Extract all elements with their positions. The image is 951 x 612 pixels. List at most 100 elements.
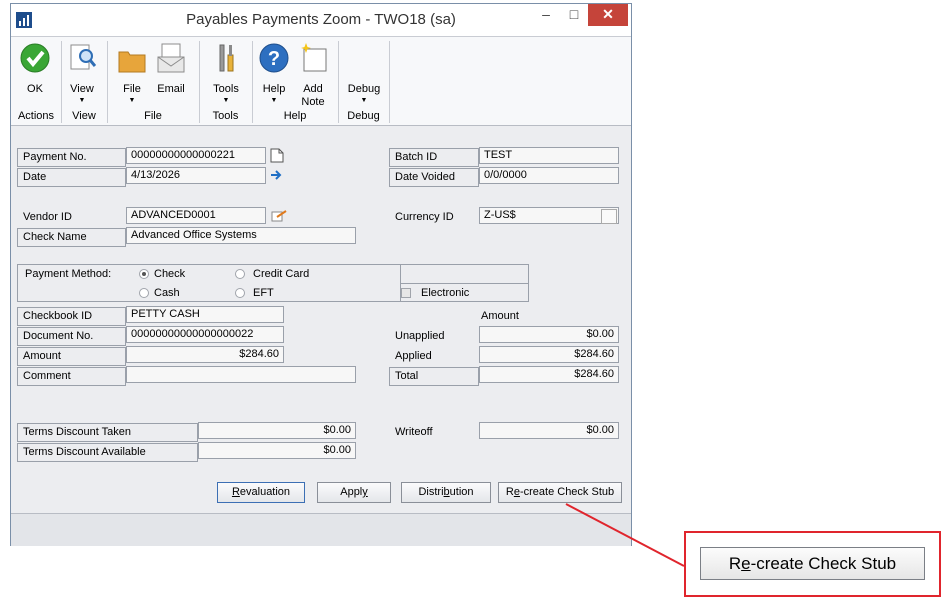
revaluation-button[interactable]: Revaluation — [217, 482, 305, 503]
check-radio-label: Check — [154, 268, 186, 280]
help-icon: ? — [259, 43, 289, 73]
terms-discount-taken-field[interactable]: $0.00 — [198, 422, 356, 439]
callout-accel: e — [741, 554, 751, 573]
apply-accel: y — [362, 486, 368, 498]
date-voided-label: Date Voided — [395, 171, 455, 183]
email-icon — [157, 43, 185, 73]
electronic-label: Electronic — [421, 287, 470, 299]
check-radio[interactable] — [139, 269, 149, 279]
date-voided-field[interactable]: 0/0/0000 — [479, 167, 619, 184]
currency-lookup-icon[interactable] — [601, 209, 617, 224]
vendor-id-label: Vendor ID — [23, 211, 72, 223]
payment-method-label: Payment Method: — [25, 268, 112, 280]
minimize-button[interactable]: – — [534, 4, 558, 26]
help-button[interactable]: ? Help ▼ — [257, 39, 291, 107]
note-label: Note — [301, 96, 325, 108]
date-label: Date — [23, 171, 47, 183]
date-field[interactable]: 4/13/2026 — [126, 167, 266, 184]
debug-label: Debug — [347, 83, 381, 95]
electronic-checkbox[interactable] — [401, 288, 411, 298]
payment-no-label: Payment No. — [23, 151, 87, 163]
checkmark-icon — [20, 43, 50, 73]
callout-text-1: R — [728, 554, 742, 573]
distribution-text-2: ution — [449, 486, 474, 498]
group-label-view: View — [72, 110, 96, 122]
eft-radio-label: EFT — [253, 287, 274, 299]
writeoff-field[interactable]: $0.00 — [479, 422, 619, 439]
payment-no-field[interactable]: 00000000000000221 — [126, 147, 266, 164]
group-label-tools: Tools — [212, 110, 239, 122]
svg-text:?: ? — [268, 48, 280, 70]
email-label: Email — [157, 83, 185, 95]
batch-id-field[interactable]: TEST — [479, 147, 619, 164]
debug-button[interactable]: Debug ▼ — [343, 39, 385, 107]
add-label: Add — [303, 83, 323, 95]
check-name-field[interactable]: Advanced Office Systems — [126, 227, 356, 244]
applied-field: $284.60 — [479, 346, 619, 363]
file-button[interactable]: File ▼ — [115, 39, 149, 107]
document-no-field[interactable]: 00000000000000000022 — [126, 326, 284, 343]
group-label-actions: Actions — [17, 110, 55, 122]
check-name-label: Check Name — [23, 231, 87, 243]
view-button[interactable]: View ▼ — [65, 39, 99, 107]
terms-discount-available-field: $0.00 — [198, 442, 356, 459]
unapplied-label: Unapplied — [395, 330, 445, 342]
total-field: $284.60 — [479, 366, 619, 383]
arrow-right-icon[interactable] — [270, 169, 283, 181]
recreate-check-stub-button[interactable]: Re-create Check Stub — [498, 482, 622, 503]
terms-discount-available-label: Terms Discount Available — [23, 446, 146, 458]
eft-radio[interactable] — [235, 288, 245, 298]
apply-text: Appl — [340, 486, 363, 498]
note-icon — [301, 43, 327, 72]
document-no-label: Document No. — [23, 330, 94, 342]
tools-label: Tools — [213, 83, 239, 95]
callout-box: Re-create Check Stub — [684, 531, 941, 597]
terms-discount-taken-label: Terms Discount Taken — [23, 426, 132, 438]
recreate-text-1: R — [505, 486, 514, 498]
view-label: View — [70, 83, 94, 95]
unapplied-field: $0.00 — [479, 326, 619, 343]
ok-button[interactable]: OK — [13, 39, 57, 107]
group-label-debug: Debug — [347, 110, 380, 122]
distribution-button[interactable]: Distribution — [401, 482, 491, 503]
email-button[interactable]: Email — [151, 39, 191, 107]
close-button[interactable]: ✕ — [588, 4, 628, 26]
tools-button[interactable]: Tools ▼ — [207, 39, 245, 107]
revaluation-accel: R — [231, 486, 240, 498]
currency-id-label: Currency ID — [395, 211, 454, 223]
status-bar — [11, 513, 631, 546]
amount-label: Amount — [23, 350, 61, 362]
group-label-help: Help — [283, 110, 307, 122]
cash-radio[interactable] — [139, 288, 149, 298]
comment-field[interactable] — [126, 366, 356, 383]
vendor-id-field[interactable]: ADVANCED0001 — [126, 207, 266, 224]
applied-label: Applied — [395, 350, 432, 362]
amount-field[interactable]: $284.60 — [126, 346, 284, 363]
payables-payments-zoom-window: Payables Payments Zoom - TWO18 (sa) – □ … — [10, 3, 632, 546]
recreate-check-stub-zoomed-button[interactable]: Re-create Check Stub — [700, 547, 925, 580]
chevron-down-icon: ▼ — [78, 97, 86, 104]
batch-id-label: Batch ID — [395, 151, 438, 163]
group-label-file: File — [144, 110, 162, 122]
tools-icon — [219, 44, 234, 72]
add-note-button[interactable]: Add Note — [293, 39, 333, 108]
currency-id-field[interactable]: Z-US$ — [479, 207, 619, 224]
lookup-icon[interactable] — [271, 209, 287, 223]
credit-card-radio-label: Credit Card — [253, 268, 310, 280]
document-icon[interactable] — [270, 148, 284, 163]
ribbon-toolbar: OK View ▼ File ▼ Email Tools ▼ ? Help ▼ … — [11, 36, 631, 126]
divider — [400, 283, 529, 284]
distribution-text-1: Distri — [418, 486, 444, 498]
credit-card-radio[interactable] — [235, 269, 245, 279]
amount-column-header: Amount — [481, 310, 519, 322]
chevron-down-icon: ▼ — [360, 97, 368, 104]
apply-button[interactable]: Apply — [317, 482, 391, 503]
writeoff-label: Writeoff — [395, 426, 433, 438]
checkbook-id-label: Checkbook ID — [23, 310, 93, 322]
comment-label: Comment — [23, 370, 71, 382]
title-bar[interactable]: Payables Payments Zoom - TWO18 (sa) – □ … — [11, 4, 631, 36]
maximize-button[interactable]: □ — [562, 4, 586, 26]
checkbook-id-field[interactable]: PETTY CASH — [126, 306, 284, 323]
callout-text-2: -create Check Stub — [750, 554, 897, 573]
revaluation-text: evaluation — [239, 486, 291, 498]
